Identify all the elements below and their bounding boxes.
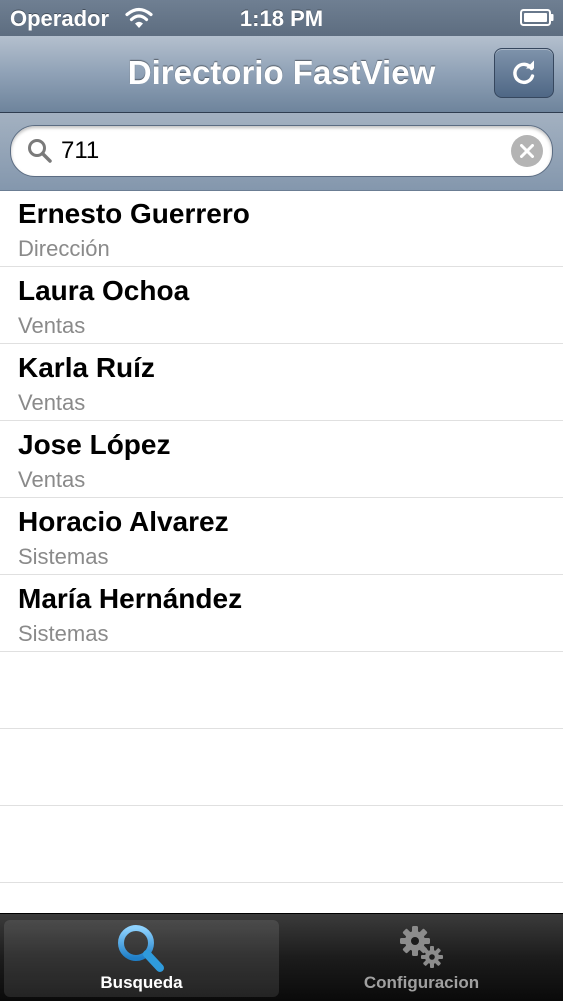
contact-name: María Hernández [18,583,243,614]
battery-icon [520,9,554,26]
clear-icon [520,144,534,158]
contact-name: Jose López [18,429,171,460]
list-item[interactable]: María Hernández Sistemas [0,575,563,652]
search-input[interactable] [61,134,501,168]
gears-icon [399,926,443,968]
search-field[interactable] [10,125,553,177]
refresh-button[interactable] [494,48,554,98]
list-item[interactable]: Karla Ruíz Ventas [0,344,563,421]
page-title: Directorio FastView [127,54,436,91]
magnifier-icon [117,925,164,972]
list-item[interactable]: Laura Ochoa Ventas [0,267,563,344]
list-item[interactable]: Ernesto Guerrero Dirección [0,190,563,267]
navigation-bar: Directorio FastView [0,36,563,113]
list-item[interactable]: Horacio Alvarez Sistemas [0,498,563,575]
tab-busqueda[interactable]: Busqueda [4,920,279,997]
contact-department: Ventas [18,390,86,415]
refresh-icon [513,60,535,84]
tab-label: Configuracion [363,973,480,992]
contact-name: Horacio Alvarez [18,506,229,537]
tab-bar: Busqueda Configuracion [0,913,563,1001]
contact-department: Ventas [18,467,86,492]
contact-department: Ventas [18,313,86,338]
tab-label: Busqueda [100,973,183,992]
status-time: 1:18 PM [239,6,324,31]
tab-configuracion[interactable]: Configuracion [284,920,559,997]
contact-name: Ernesto Guerrero [18,198,250,229]
clear-search-button[interactable] [511,135,543,167]
contact-name: Laura Ochoa [18,275,190,306]
empty-row [0,652,563,729]
contact-department: Sistemas [18,544,109,569]
results-list: Ernesto Guerrero Dirección Laura Ochoa V… [0,190,563,883]
search-bar [0,113,563,191]
contact-name: Karla Ruíz [18,352,155,383]
empty-row [0,806,563,883]
empty-row [0,729,563,806]
status-bar: Operador 1:18 PM [0,0,563,36]
contact-department: Sistemas [18,621,109,646]
contact-department: Dirección [18,236,110,261]
list-item[interactable]: Jose López Ventas [0,421,563,498]
search-icon [28,139,52,163]
